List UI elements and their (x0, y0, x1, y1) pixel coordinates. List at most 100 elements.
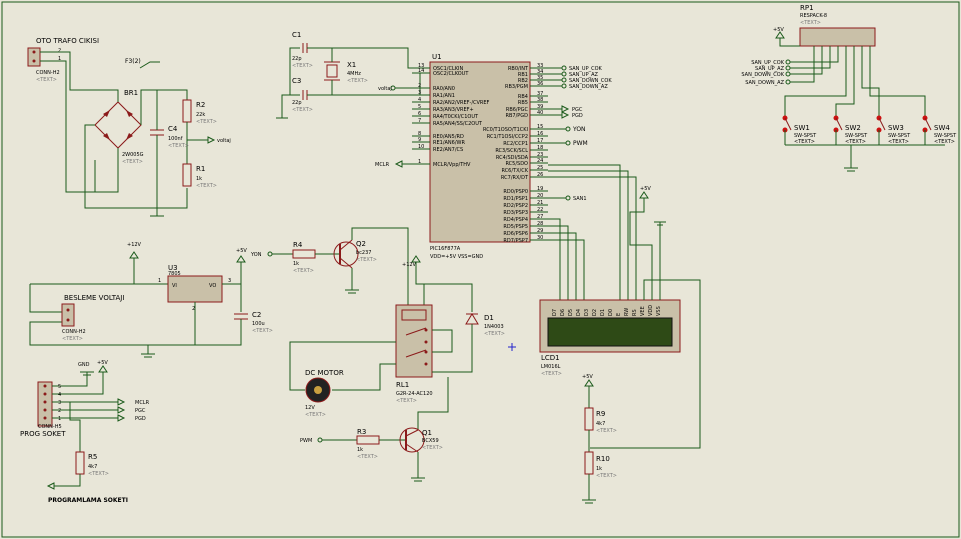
lcd-text: <TEXT> (541, 371, 562, 377)
r5[interactable]: R5 4k7 <TEXT> (75, 451, 109, 477)
transistor-q1[interactable]: Q1 BCX59 <TEXT> (399, 427, 443, 453)
relay-supply-label: +12V (402, 262, 417, 268)
bridge-rectifier[interactable]: BR1 2W005G <TEXT> (94, 89, 144, 165)
prog-vcc-label: +5V (97, 360, 108, 366)
switch-text: <TEXT> (934, 139, 955, 145)
u1-right-pin-num: 24 (537, 158, 543, 164)
q1-label: Q1 (422, 429, 432, 437)
br1-label: BR1 (124, 89, 138, 97)
r1-value: 1k (196, 176, 202, 182)
r3[interactable]: R3 1k <TEXT> (356, 428, 380, 460)
c2-text: <TEXT> (252, 328, 273, 334)
u1-right-pin-num: 28 (537, 221, 543, 227)
voltaj-label-1: voltaj (217, 138, 231, 144)
prog-label: PROG SOKET (20, 430, 66, 438)
u1-right-pin-name: RD6/PSP6 (503, 231, 528, 237)
rp-net-label: SAN_DOWN_AZ (745, 80, 784, 86)
trafo-conn: CONN-H2 (36, 70, 60, 76)
u1-left-pin-num: 5 (418, 104, 421, 110)
c1-value: 22p (292, 56, 302, 62)
switch-sw4[interactable]: SW4SW-SPST<TEXT> (922, 100, 958, 145)
prog-pin-num: 2 (58, 408, 61, 414)
switch-group: SW1SW-SPST<TEXT> SW2SW-SPST<TEXT>SW3SW-SP… (782, 46, 958, 145)
u1-left-pin-num: 10 (418, 144, 424, 150)
u1-left-pin-name: RA4/T0CKI/C1OUT (433, 114, 479, 120)
dc-motor[interactable]: DC MOTOR 12V <TEXT> (305, 369, 344, 418)
trafo-label: OTO TRAFO CIKISI (36, 37, 99, 45)
prog-pgd-label: PGD (135, 416, 146, 422)
pic-u1[interactable]: U1 PIC16F877A VDD=+5V VSS=GND 13 OSC1/CLK… (412, 53, 548, 260)
u1-left-pin-name: RA1/AN1 (433, 93, 455, 99)
r4-label: R4 (293, 241, 303, 249)
u1-right-pin-num: 30 (537, 235, 543, 241)
lcd-pin-label: RW (624, 308, 630, 316)
fuse: F3(2) (125, 58, 160, 69)
u3-out-label: +5V (236, 248, 247, 254)
u1-right-pin-name: RD7/PSP7 (503, 238, 528, 244)
lcd-pin-label: D6 (560, 309, 566, 316)
r3-text: <TEXT> (357, 454, 378, 460)
lcd-module[interactable]: D7 D6 D5 D4 D3 D2 D1 D0 E RW RS VEE VDD VSS LCD1 LM01… (539, 299, 681, 377)
net-mclr-u1: MCLR (375, 162, 390, 168)
lcd-pin-label: D1 (600, 309, 606, 316)
respack-rp1[interactable]: RP1 RESPACK-8 <TEXT> (799, 4, 876, 47)
c2-label: C2 (252, 311, 261, 319)
switch-sw2[interactable]: SW2SW-SPST<TEXT> (833, 108, 869, 145)
pwm-net-label: PWM (300, 438, 312, 444)
u3-pin3: 3 (228, 278, 231, 284)
rl1-label: RL1 (396, 381, 409, 389)
r10-value: 1k (596, 466, 602, 472)
switch-respack-wire (835, 46, 855, 108)
rp1-label: RP1 (800, 4, 814, 12)
lcd-pin-label: VEE (640, 306, 646, 316)
u1-left-pin-num: 9 (418, 137, 421, 143)
rp-net-dot (785, 71, 791, 77)
prog-pin-dot (43, 392, 47, 396)
u1-right-pin-name: RC7/RX/DT (501, 175, 529, 181)
r10[interactable]: R10 1k <TEXT> (584, 451, 617, 479)
r4[interactable]: R4 1k <TEXT> (292, 241, 316, 274)
c2[interactable]: C2 100u <TEXT> (234, 311, 273, 334)
r1[interactable]: R1 1k <TEXT> (182, 163, 217, 189)
q2-text: <TEXT> (356, 257, 377, 263)
u1-right-pin-num: 20 (537, 193, 543, 199)
lcd-pin-label: E (616, 313, 622, 316)
x1-text: <TEXT> (347, 78, 368, 84)
schematic-canvas: OTO TRAFO CIKISI 2 1 CONN-H2 <TEXT> F3(2… (1, 1, 960, 538)
lcd-pin-label: D7 (552, 309, 558, 316)
rl1-text: <TEXT> (396, 398, 417, 404)
r9-value: 4k7 (596, 421, 605, 427)
c1[interactable]: C1 22p <TEXT> (292, 31, 313, 69)
rp-net-wire (790, 46, 815, 83)
switch-sw1[interactable]: SW1SW-SPST<TEXT> (782, 100, 818, 145)
switch-text: <TEXT> (794, 139, 815, 145)
prog-pin-dot (43, 408, 47, 412)
trafo-connector[interactable]: OTO TRAFO CIKISI 2 1 CONN-H2 <TEXT> (27, 37, 99, 83)
u1-right-pin-num: 21 (537, 200, 543, 206)
u1-right-pin-name: RD1/PSP1 (503, 196, 528, 202)
u1-left-pin-name: RA0/AN0 (433, 86, 455, 92)
rp-net-wire (790, 46, 831, 69)
d1-label: D1 (484, 314, 494, 322)
switch-sw3[interactable]: SW3SW-SPST<TEXT> (876, 92, 912, 145)
trafo-text: <TEXT> (36, 77, 57, 83)
c2-value: 100u (252, 321, 265, 327)
u1-right-pin-num: 22 (537, 207, 543, 213)
r2[interactable]: R2 22k <TEXT> (182, 99, 217, 125)
crystal-x1[interactable]: X1 4MHz <TEXT> (324, 61, 368, 84)
r9-text: <TEXT> (596, 428, 617, 434)
switch-text: <TEXT> (845, 139, 866, 145)
r10-text: <TEXT> (596, 473, 617, 479)
rp-supply-label: +5V (773, 27, 784, 33)
u1-right-pin-name: RD0/PSP0 (503, 189, 528, 195)
r9[interactable]: R9 4k7 <TEXT> (584, 407, 617, 434)
r4-text: <TEXT> (293, 268, 314, 274)
u1-right-pin-name: RD4/PSP4 (503, 217, 528, 223)
transistor-q2[interactable]: Q2 bc237 <TEXT> (333, 239, 377, 269)
u1-left-pin-name: RE1/AN6/WR (433, 140, 465, 146)
u1-left-pin-name: MCLR/Vpp/THV (433, 162, 471, 168)
relay-rl1[interactable]: RL1 G2R-24-AC120 <TEXT> (395, 304, 433, 404)
d1-text: <TEXT> (484, 331, 505, 337)
besleme-connector[interactable]: BESLEME VOLTAJI CONN-H2 <TEXT> (61, 294, 124, 342)
prog-pin-num: 1 (58, 416, 61, 422)
